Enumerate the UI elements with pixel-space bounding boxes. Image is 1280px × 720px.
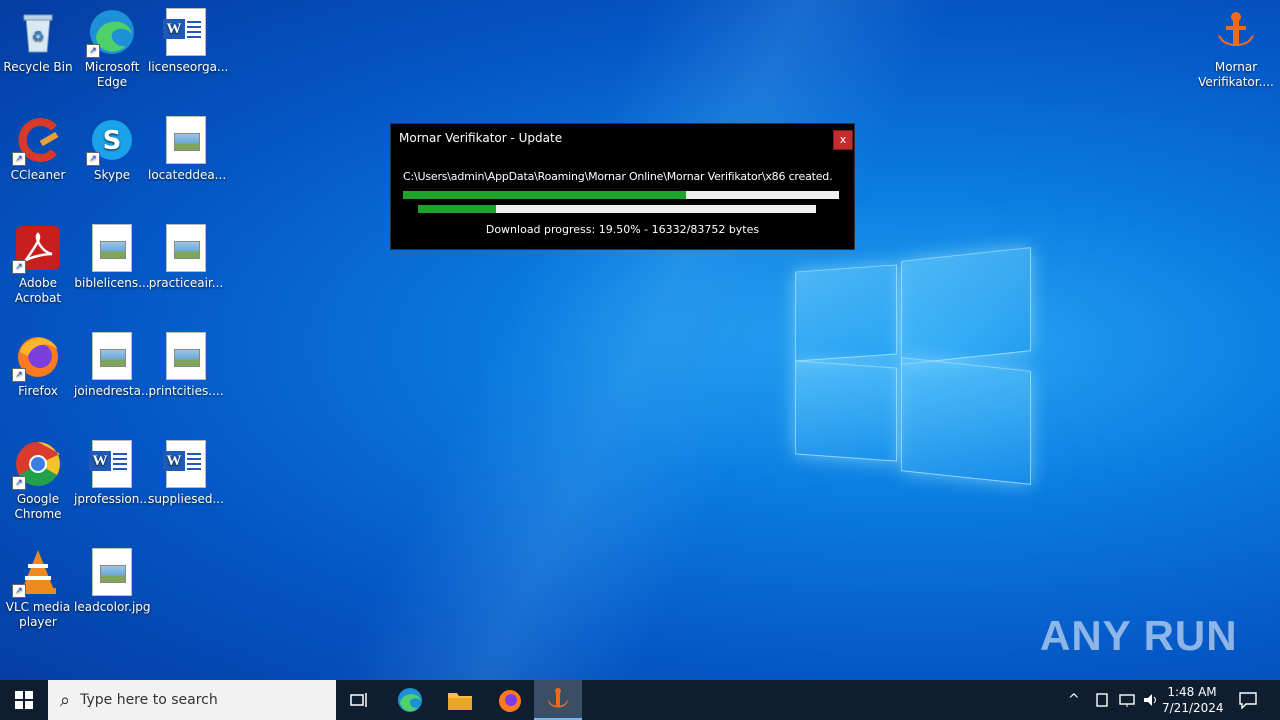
start-button[interactable] <box>0 680 48 720</box>
image-file-icon <box>88 224 136 272</box>
network-icon <box>1119 694 1135 707</box>
skype-icon: S ↗ <box>86 116 136 166</box>
desktop-icon-microsoft-edge[interactable]: ↗ Microsoft Edge <box>74 8 150 90</box>
icon-label: Adobe Acrobat <box>14 276 62 305</box>
status-path-text: C:\Users\admin\AppData\Roaming\Mornar On… <box>403 170 833 183</box>
word-document-icon: W <box>162 8 210 56</box>
task-view-button[interactable] <box>336 680 384 720</box>
icon-label: VLC media player <box>5 600 71 629</box>
tray-network-icon[interactable] <box>1118 680 1136 720</box>
desktop-icon-recycle-bin[interactable]: ♻ Recycle Bin <box>0 8 76 75</box>
edge-icon: ↗ <box>86 8 136 58</box>
volume-icon <box>1144 694 1156 706</box>
icon-label: joinedresta... <box>74 384 153 398</box>
image-file-icon <box>162 116 210 164</box>
acrobat-icon: ↗ <box>12 224 62 274</box>
image-file-icon <box>162 332 210 380</box>
task-view-icon <box>350 693 367 707</box>
taskbar: ⌕ Type here to search ^ 1:48 AM 7/21/202… <box>0 680 1280 720</box>
search-placeholder: Type here to search <box>80 692 218 708</box>
icon-label: practiceair... <box>148 276 224 290</box>
icon-label: locateddea... <box>148 168 227 182</box>
taskbar-clock[interactable]: 1:48 AM 7/21/2024 <box>1162 684 1224 716</box>
close-button[interactable]: x <box>833 130 853 150</box>
desktop-icon-suppliesed[interactable]: W suppliesed... <box>148 440 224 507</box>
desktop-icon-vlc[interactable]: ↗ VLC media player <box>0 548 76 630</box>
download-progress-fill <box>418 205 496 213</box>
download-progress-text: Download progress: 19.50% - 16332/83752 … <box>485 223 760 236</box>
taskbar-file-explorer-button[interactable] <box>436 680 484 720</box>
icon-label: Skype <box>93 168 131 182</box>
search-icon: ⌕ <box>60 689 71 711</box>
tray-device-icon[interactable] <box>1094 680 1110 720</box>
desktop-icon-leadcolor[interactable]: leadcolor.jpg <box>74 548 151 615</box>
folder-icon <box>448 693 472 710</box>
icon-label: CCleaner <box>10 168 66 182</box>
icon-label: Google Chrome <box>14 492 62 521</box>
svg-text:♻: ♻ <box>32 29 45 45</box>
desktop-icon-practiceair[interactable]: practiceair... <box>148 224 224 291</box>
chrome-icon: ↗ <box>12 440 62 490</box>
desktop-icon-firefox[interactable]: ↗ Firefox <box>0 332 76 399</box>
recycle-bin-icon: ♻ <box>14 8 62 56</box>
update-dialog: Mornar Verifikator - Update x C:\Users\a… <box>390 123 855 250</box>
icon-label: leadcolor.jpg <box>74 600 151 614</box>
notification-icon <box>1239 692 1257 709</box>
desktop-icon-locateddea[interactable]: locateddea... <box>148 116 227 183</box>
desktop-icon-ccleaner[interactable]: ↗ CCleaner <box>0 116 76 183</box>
icon-label: licenseorga... <box>148 60 229 74</box>
desktop-icon-google-chrome[interactable]: ↗ Google Chrome <box>0 440 76 522</box>
firefox-icon <box>499 690 521 712</box>
icon-label: printcities.... <box>148 384 224 398</box>
icon-label: Microsoft Edge <box>84 60 140 89</box>
mornar-anchor-icon <box>1212 8 1260 56</box>
desktop-icon-jprofession[interactable]: W jprofession... <box>74 440 151 507</box>
icon-label: Firefox <box>18 384 58 398</box>
taskbar-firefox-button[interactable] <box>486 680 534 720</box>
word-document-icon: W <box>162 440 210 488</box>
icon-label: Mornar Verifikator.... <box>1198 60 1274 89</box>
anyrun-watermark: ANY RUN <box>1040 612 1238 659</box>
icon-label: jprofession... <box>74 492 151 506</box>
clock-date: 7/21/2024 <box>1162 701 1224 715</box>
show-hidden-icons-button[interactable]: ^ <box>1068 680 1080 720</box>
overall-progress-fill <box>403 191 687 199</box>
word-document-icon: W <box>88 440 136 488</box>
desktop-icon-licenseorga[interactable]: W licenseorga... <box>148 8 229 75</box>
svg-text:S: S <box>103 126 122 156</box>
desktop-icon-skype[interactable]: S ↗ Skype <box>74 116 150 183</box>
windows-logo-wallpaper <box>795 240 1035 485</box>
vlc-icon: ↗ <box>12 548 62 598</box>
icon-label: biblelicens... <box>74 276 150 290</box>
taskbar-edge-button[interactable] <box>386 680 434 720</box>
mornar-anchor-icon <box>548 688 568 708</box>
desktop-icon-joinedresta[interactable]: joinedresta... <box>74 332 153 399</box>
clock-time: 1:48 AM <box>1167 685 1217 699</box>
desktop-icon-biblelicens[interactable]: biblelicens... <box>74 224 150 291</box>
icon-label: suppliesed... <box>148 492 224 506</box>
image-file-icon <box>88 548 136 596</box>
icon-label: Recycle Bin <box>3 60 73 74</box>
chevron-up-icon: ^ <box>1068 692 1080 708</box>
download-progress-bar <box>418 205 816 213</box>
desktop-icon-mornar-verifikator[interactable]: Mornar Verifikator.... <box>1198 8 1274 90</box>
windows-icon <box>15 691 33 709</box>
tray-volume-icon[interactable] <box>1142 680 1160 720</box>
desktop-icon-adobe-acrobat[interactable]: ↗ Adobe Acrobat <box>0 224 76 306</box>
ccleaner-icon: ↗ <box>12 116 62 166</box>
device-icon <box>1096 693 1108 707</box>
firefox-icon: ↗ <box>12 332 62 382</box>
image-file-icon <box>162 224 210 272</box>
dialog-title: Mornar Verifikator - Update <box>399 131 563 145</box>
desktop-icon-printcities[interactable]: printcities.... <box>148 332 224 399</box>
notification-center-button[interactable] <box>1224 680 1272 720</box>
overall-progress-bar <box>403 191 839 199</box>
image-file-icon <box>88 332 136 380</box>
taskbar-search-box[interactable]: ⌕ Type here to search <box>48 680 336 720</box>
edge-icon <box>398 688 422 712</box>
taskbar-mornar-button[interactable] <box>534 680 582 720</box>
